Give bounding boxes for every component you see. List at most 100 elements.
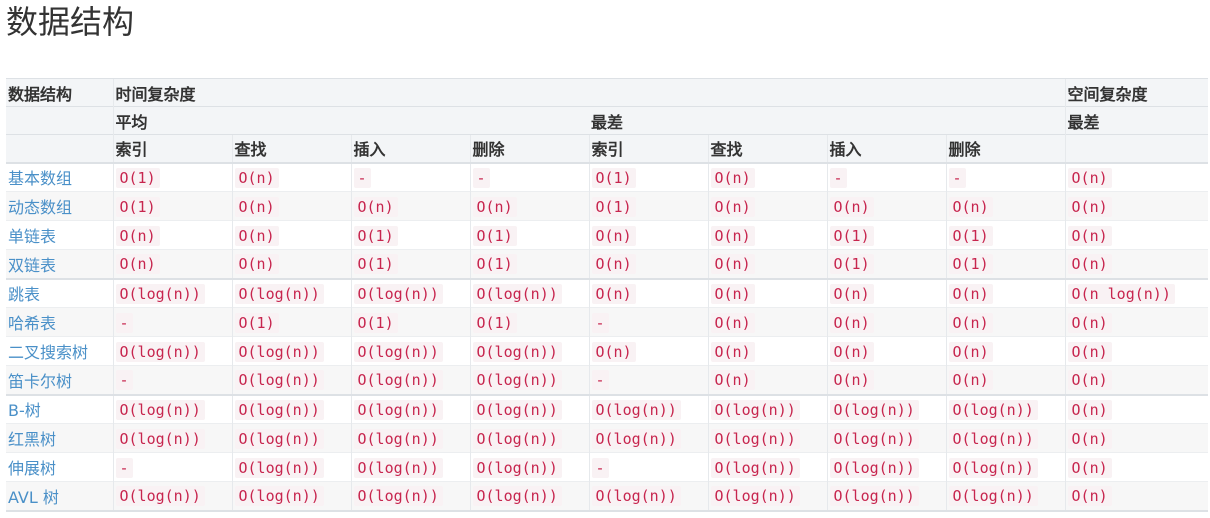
complexity-table: 数据结构 时间复杂度 空间复杂度 平均 最差 最差 索引 查找 插入 删除 索引 查找 插入… xyxy=(6,78,1209,512)
complexity-cell: O(log(n)) xyxy=(112,277,232,308)
complexity-cell: - xyxy=(469,162,589,192)
complexity-value: O(n) xyxy=(591,225,636,246)
complexity-cell: O(log(n)) xyxy=(707,393,827,424)
row-name-link[interactable]: 动态数组 xyxy=(6,191,113,221)
row-name-link[interactable]: B-树 xyxy=(6,393,113,424)
row-name-link[interactable]: 红黑树 xyxy=(6,423,113,453)
complexity-cell: O(1) xyxy=(588,191,708,221)
complexity-value: O(n) xyxy=(948,196,993,217)
header-avg-insert: 插入 xyxy=(350,134,470,164)
complexity-cell: O(log(n)) xyxy=(469,277,589,308)
complexity-cell: O(log(n)) xyxy=(826,423,946,453)
complexity-value: O(n) xyxy=(1067,196,1112,217)
complexity-value: O(n) xyxy=(829,312,874,333)
complexity-value: O(n) xyxy=(591,341,636,362)
complexity-value: O(n) xyxy=(472,196,517,217)
complexity-value: O(n) xyxy=(1067,370,1112,391)
complexity-cell: O(1) xyxy=(350,249,470,279)
complexity-cell: O(n) xyxy=(112,220,232,250)
table-row: 单链表 O(n) O(n) O(1) O(1) O(n) O(n) O(1) O(1) O(n) xyxy=(6,220,1209,250)
complexity-value: O(n) xyxy=(710,341,755,362)
complexity-cell: O(log(n)) xyxy=(112,481,232,512)
complexity-value: - xyxy=(115,312,133,333)
complexity-cell: O(1) xyxy=(112,191,232,221)
header-average: 平均 xyxy=(112,106,589,135)
row-name-link[interactable]: 哈希表 xyxy=(6,307,113,337)
complexity-value: O(n) xyxy=(234,254,279,275)
row-name-link[interactable]: 二叉搜索树 xyxy=(6,336,113,366)
complexity-cell: O(n) xyxy=(826,336,946,366)
complexity-cell: O(log(n)) xyxy=(945,452,1066,482)
complexity-cell: O(log(n)) xyxy=(350,277,470,308)
complexity-value: - xyxy=(115,457,133,478)
complexity-value: O(log(n)) xyxy=(948,399,1038,420)
complexity-value: O(n) xyxy=(710,225,755,246)
complexity-value: O(1) xyxy=(353,254,398,275)
complexity-cell: O(n) xyxy=(231,162,351,192)
complexity-value: O(log(n)) xyxy=(115,486,205,507)
complexity-value: - xyxy=(948,167,966,188)
complexity-value: O(log(n)) xyxy=(353,399,443,420)
complexity-value: O(log(n)) xyxy=(591,428,681,449)
complexity-cell: O(n) xyxy=(1064,162,1209,192)
complexity-value: O(n) xyxy=(710,283,755,304)
complexity-cell: O(log(n)) xyxy=(231,423,351,453)
header-data-structure: 数据结构 xyxy=(6,78,113,107)
complexity-cell: - xyxy=(826,162,946,192)
complexity-value: O(log(n)) xyxy=(472,428,562,449)
row-name-link[interactable]: 双链表 xyxy=(6,249,113,279)
complexity-value: O(log(n)) xyxy=(829,486,919,507)
complexity-cell: O(n) xyxy=(707,365,827,395)
row-name-link[interactable]: AVL 树 xyxy=(6,481,113,512)
table-row: 双链表 O(n) O(n) O(1) O(1) O(n) O(n) O(1) O(1) O(n) xyxy=(6,249,1209,279)
complexity-cell: O(n) xyxy=(588,249,708,279)
complexity-value: - xyxy=(591,457,609,478)
complexity-value: O(log(n)) xyxy=(948,457,1038,478)
complexity-cell: O(n) xyxy=(1064,307,1209,337)
complexity-cell: O(n) xyxy=(1064,452,1209,482)
row-name-link[interactable]: 伸展树 xyxy=(6,452,113,482)
complexity-value: O(log(n)) xyxy=(234,341,324,362)
complexity-value: O(log(n)) xyxy=(472,370,562,391)
header-worst-search: 查找 xyxy=(707,134,827,164)
complexity-cell: O(log(n)) xyxy=(231,336,351,366)
complexity-cell: O(log(n)) xyxy=(231,277,351,308)
row-name-link[interactable]: 笛卡尔树 xyxy=(6,365,113,395)
complexity-value: O(log(n)) xyxy=(115,399,205,420)
complexity-value: O(1) xyxy=(591,196,636,217)
complexity-value: O(1) xyxy=(948,225,993,246)
row-name-link[interactable]: 单链表 xyxy=(6,220,113,250)
header-space-complexity: 空间复杂度 xyxy=(1064,78,1209,107)
complexity-cell: O(n) xyxy=(707,336,827,366)
complexity-cell: O(n) xyxy=(945,307,1066,337)
complexity-cell: O(log(n)) xyxy=(231,393,351,424)
complexity-value: O(1) xyxy=(829,254,874,275)
complexity-value: O(log(n)) xyxy=(353,457,443,478)
complexity-cell: O(n) xyxy=(826,191,946,221)
complexity-value: O(n) xyxy=(829,370,874,391)
complexity-cell: O(log(n)) xyxy=(469,452,589,482)
complexity-value: O(log(n)) xyxy=(948,486,1038,507)
complexity-value: O(log(n)) xyxy=(234,399,324,420)
complexity-cell: O(1) xyxy=(112,162,232,192)
complexity-cell: O(log(n)) xyxy=(469,481,589,512)
complexity-cell: O(n) xyxy=(1064,220,1209,250)
row-name-link[interactable]: 跳表 xyxy=(6,277,113,308)
row-name-link[interactable]: 基本数组 xyxy=(6,162,113,192)
complexity-value: O(log(n)) xyxy=(472,399,562,420)
complexity-cell: O(n) xyxy=(945,336,1066,366)
complexity-cell: O(n) xyxy=(707,277,827,308)
complexity-cell: O(log(n)) xyxy=(945,423,1066,453)
complexity-value: - xyxy=(472,167,490,188)
complexity-value: O(log(n)) xyxy=(353,283,443,304)
complexity-cell: O(1) xyxy=(945,220,1066,250)
complexity-value: O(n) xyxy=(829,196,874,217)
complexity-value: O(n) xyxy=(115,225,160,246)
header-avg-search: 查找 xyxy=(231,134,351,164)
complexity-cell: O(n) xyxy=(1064,336,1209,366)
complexity-value: O(1) xyxy=(115,167,160,188)
header-avg-index: 索引 xyxy=(112,134,232,164)
complexity-cell: O(n log(n)) xyxy=(1064,277,1209,308)
header-space-worst: 最差 xyxy=(1064,106,1209,135)
complexity-value: O(log(n)) xyxy=(234,370,324,391)
